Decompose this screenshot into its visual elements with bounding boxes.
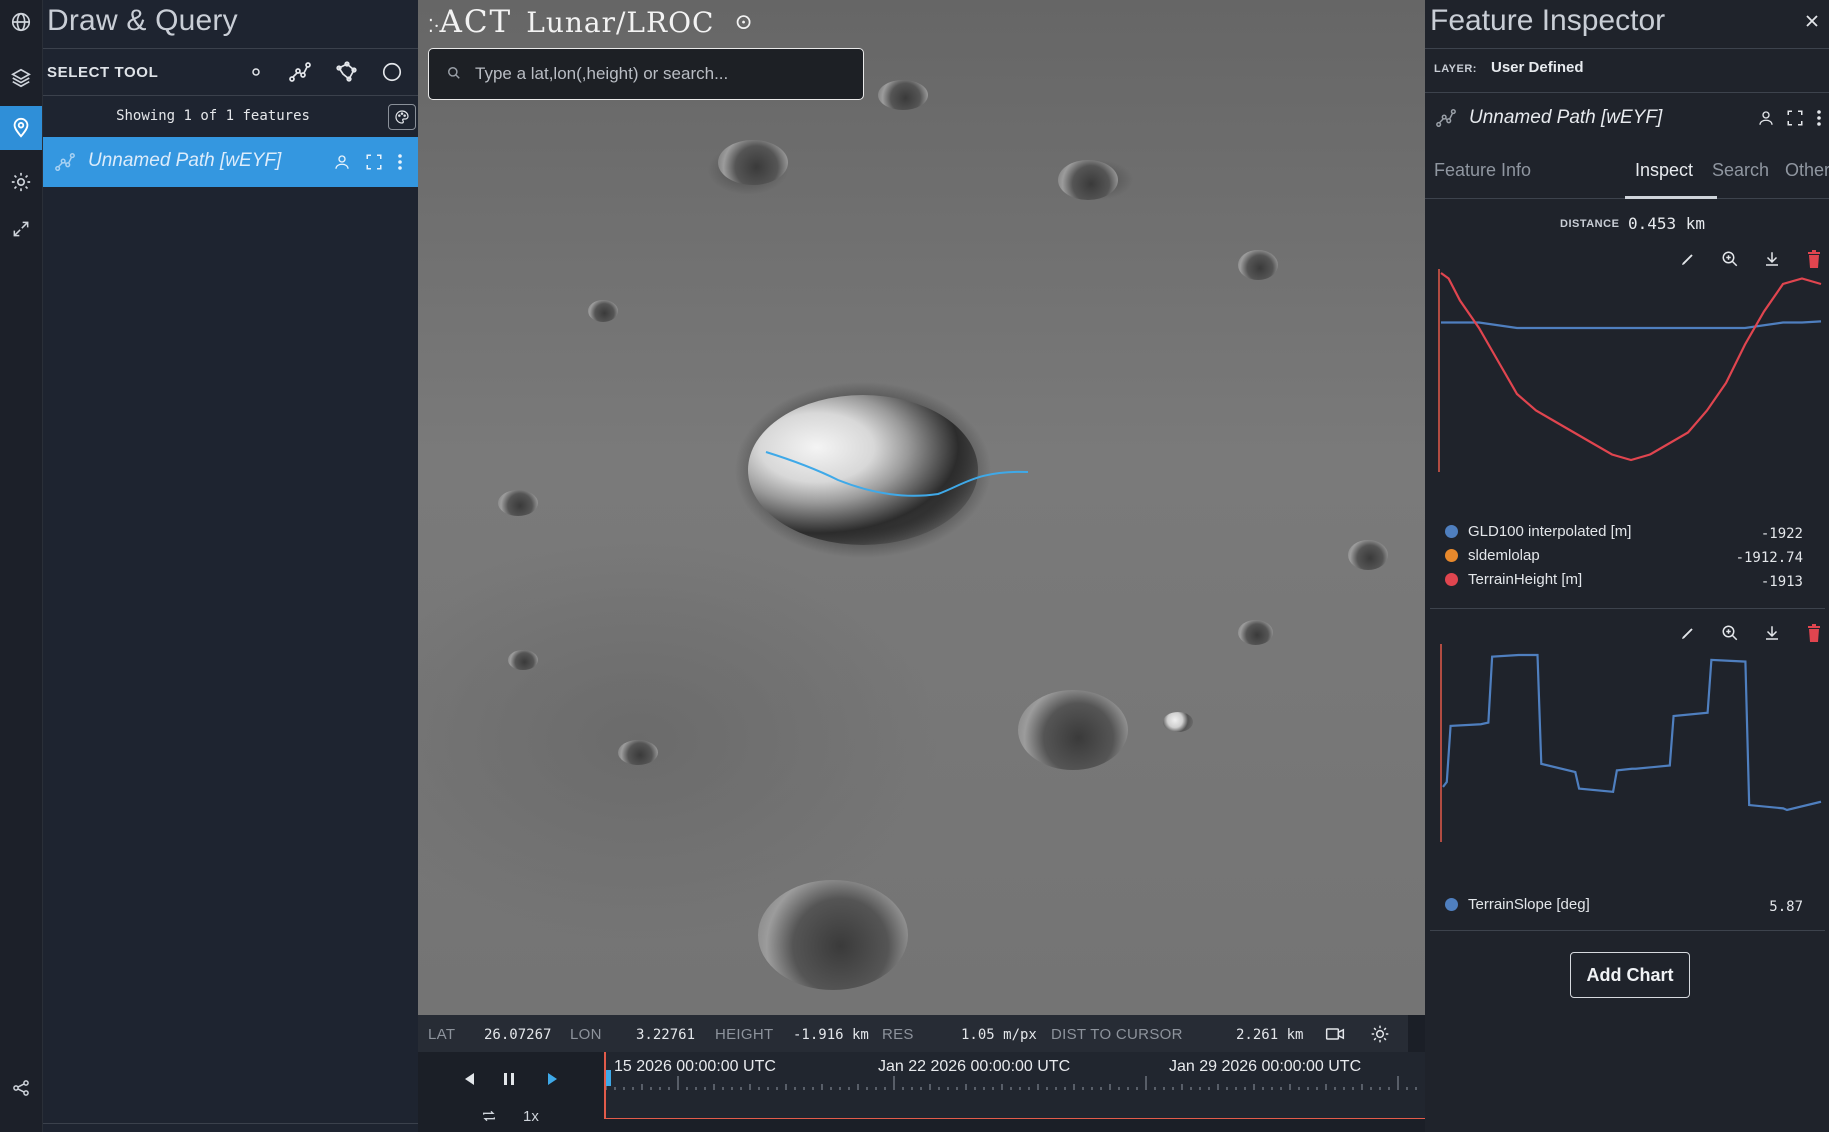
user-icon[interactable] [331,151,353,173]
dist-label: DIST TO CURSOR [1051,1026,1183,1043]
left-icon-rail [0,0,43,1132]
path-icon [1433,105,1459,131]
more-vertical-icon[interactable] [1813,107,1825,129]
draw-toolbar: SELECT TOOL [43,48,418,96]
status-bar: LAT 26.07267 LON 3.22761 HEIGHT -1.916 k… [418,1015,1408,1052]
user-icon[interactable] [1755,107,1777,129]
lat-label: LAT [428,1026,456,1043]
drawn-path[interactable] [418,0,1425,1015]
height-label: HEIGHT [715,1026,774,1043]
legend-swatch [1445,573,1458,586]
feature-inspector: Feature Inspector LAYER: User Defined Un… [1425,0,1829,1132]
mission-name[interactable]: Lunar/LROC [526,6,714,39]
divider [1430,930,1825,931]
series-line-0[interactable] [1442,653,1822,812]
gear-icon[interactable] [0,160,42,204]
search-input[interactable] [473,49,857,99]
legend-item[interactable]: sldemlolap -1912.74 [1445,547,1815,566]
divider [1425,92,1829,93]
legend-label: GLD100 interpolated [m] [1468,523,1632,540]
distance-value: 0.453 km [1628,214,1706,233]
legend-item[interactable]: GLD100 interpolated [m] -1922 [1445,523,1815,542]
timeline-track[interactable]: 15 2026 00:00:00 UTC Jan 22 2026 00:00:0… [604,1052,1427,1119]
tab-feature-info[interactable]: Feature Info [1434,160,1531,181]
polygon-tool-icon[interactable] [331,57,361,87]
legend-swatch [1445,525,1458,538]
feature-name: Unnamed Path [wEYF] [1469,107,1663,128]
point-tool-icon[interactable] [243,59,269,85]
inspector-title: Feature Inspector [1430,4,1666,37]
layers-icon[interactable] [0,56,42,100]
legend-item[interactable]: TerrainSlope [deg] 5.87 [1445,896,1815,915]
legend-value: -1912.74 [1735,550,1803,566]
legend-value: 5.87 [1769,899,1803,915]
timeline-label: 15 2026 00:00:00 UTC [614,1058,776,1075]
timeline-label: Jan 29 2026 00:00:00 UTC [1169,1058,1362,1075]
circle-tool-icon[interactable] [377,57,407,87]
height-value: -1.916 km [793,1027,869,1043]
zoom-to-icon[interactable] [1784,107,1806,129]
loop-icon[interactable] [478,1106,500,1126]
panel-divider [43,1123,418,1124]
divider [1430,608,1825,609]
pause-icon[interactable] [496,1066,522,1092]
play-icon[interactable] [540,1066,566,1092]
share-icon[interactable] [0,1066,42,1110]
zoom-to-icon[interactable] [363,151,385,173]
sun-icon[interactable] [1368,1022,1392,1046]
feature-name: Unnamed Path [wEYF] [88,150,282,171]
lon-value: 3.22761 [636,1027,696,1043]
expand-icon[interactable] [0,207,42,251]
map-view[interactable]: ⁚·ACT Lunar/LROC ⊙ [418,0,1425,1015]
mission-options-icon[interactable]: ⊙ [734,10,754,35]
map-pin-icon[interactable] [0,106,42,150]
timeline-label: Jan 22 2026 00:00:00 UTC [878,1058,1071,1075]
series-line-0[interactable] [1441,320,1822,330]
res-value: 1.05 m/px [961,1027,1037,1043]
feature-count: Showing 1 of 1 features [116,108,310,124]
search-icon [445,64,463,82]
draw-query-panel: Draw & Query SELECT TOOL Showing 1 of 1 … [43,0,418,1132]
panel-title: Draw & Query [47,4,238,37]
playback-speed[interactable]: 1x [523,1108,539,1125]
layer-label: LAYER: [1434,63,1477,75]
lat-value: 26.07267 [484,1027,552,1043]
camera-icon[interactable] [1323,1024,1347,1044]
active-tab-indicator [1625,196,1717,199]
tab-search[interactable]: Search [1712,160,1769,181]
layer-value: User Defined [1491,59,1584,76]
close-icon[interactable] [1801,10,1823,32]
res-label: RES [882,1026,914,1043]
legend-item[interactable]: TerrainHeight [m] -1913 [1445,571,1815,590]
palette-icon[interactable] [388,104,416,130]
legend-label: sldemlolap [1468,547,1540,564]
elevation-profile-chart[interactable] [1437,265,1825,480]
coordinate-search[interactable] [428,48,864,100]
step-back-icon[interactable] [456,1066,482,1092]
legend-swatch [1445,549,1458,562]
legend-swatch [1445,898,1458,911]
feature-row[interactable]: Unnamed Path [wEYF] [43,137,418,187]
tab-other[interactable]: Other [1785,160,1829,181]
distance-label: DISTANCE [1560,218,1620,230]
globe-icon[interactable] [0,0,42,44]
legend-label: TerrainSlope [deg] [1468,896,1590,913]
app-brand: ⁚·ACT Lunar/LROC ⊙ [428,4,755,40]
lon-label: LON [570,1026,602,1043]
timeline: 1x 15 2026 00:00:00 UTC Jan 22 2026 00:0… [418,1052,1427,1132]
tab-inspect[interactable]: Inspect [1635,160,1693,181]
add-chart-button[interactable]: Add Chart [1570,952,1690,998]
select-tool-label[interactable]: SELECT TOOL [47,64,158,81]
legend-label: TerrainHeight [m] [1468,571,1583,588]
legend-value: -1913 [1760,574,1803,590]
path-icon [53,150,77,174]
dist-value: 2.261 km [1236,1027,1304,1043]
line-tool-icon[interactable] [285,57,315,87]
terrain-slope-chart[interactable] [1437,640,1825,850]
more-vertical-icon[interactable] [393,151,407,173]
series-line-1[interactable] [1440,272,1822,462]
brand-name: ACT [439,4,513,40]
divider [1425,48,1829,49]
legend-value: -1922 [1760,526,1803,542]
